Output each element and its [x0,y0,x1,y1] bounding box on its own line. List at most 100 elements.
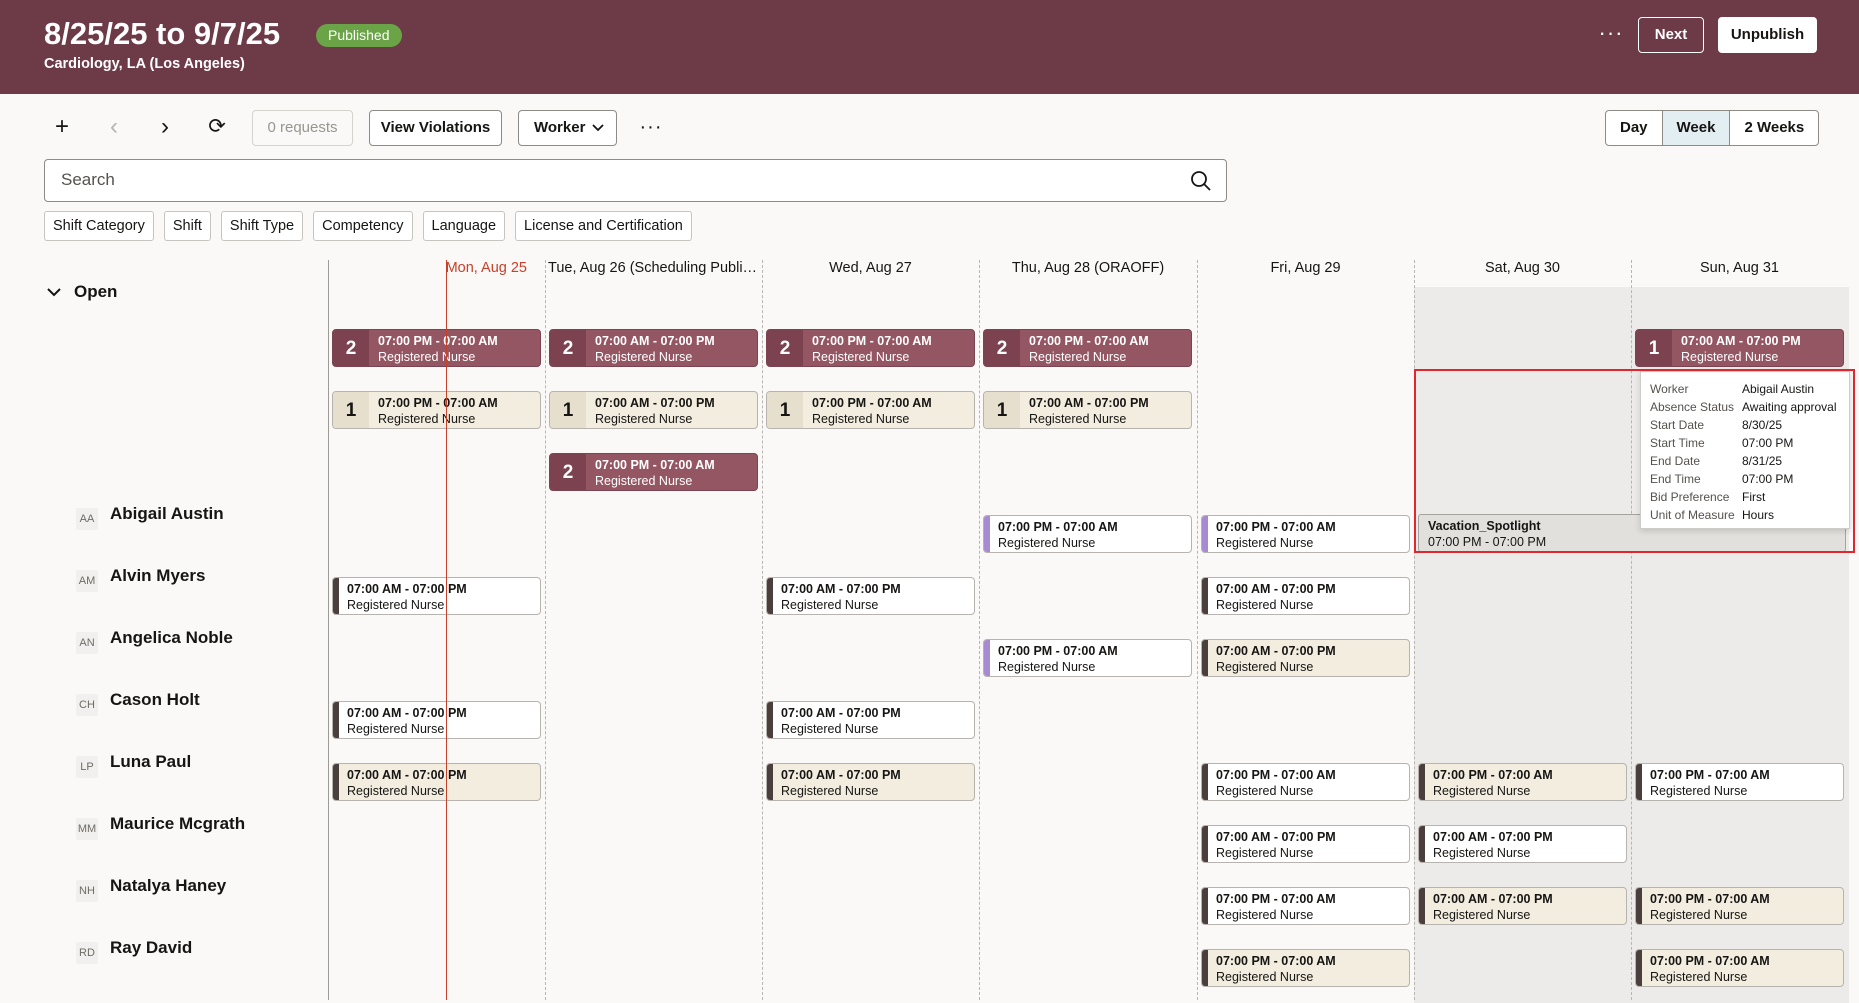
shift-accent-bar [1202,826,1208,862]
view-2weeks-button[interactable]: 2 Weeks [1729,111,1818,145]
shift-card[interactable]: 07:00 AM - 07:00 PM Registered Nurse [1201,639,1410,677]
shift-time: 07:00 AM - 07:00 PM [1433,892,1553,906]
shift-card[interactable]: 07:00 PM - 07:00 AM Registered Nurse [1201,949,1410,987]
shift-card[interactable]: 07:00 AM - 07:00 PM Registered Nurse [1201,577,1410,615]
open-shift-card[interactable]: 2 07:00 AM - 07:00 PM Registered Nurse [549,329,758,367]
previous-icon[interactable]: ‹ [97,113,131,143]
shift-card[interactable]: 07:00 AM - 07:00 PM Registered Nurse [1418,825,1627,863]
shift-time: 07:00 PM - 07:00 AM [998,520,1118,534]
shift-role: Registered Nurse [1650,908,1748,922]
shift-card[interactable]: 07:00 PM - 07:00 AM Registered Nurse [1635,949,1844,987]
unpublish-button[interactable]: Unpublish [1718,17,1817,53]
shift-card[interactable]: 07:00 PM - 07:00 AM Registered Nurse [1201,763,1410,801]
shift-time: 07:00 PM - 07:00 AM [1650,954,1770,968]
column-divider [979,260,980,1000]
worker-dropdown-label: Worker [534,119,586,136]
open-shift-card[interactable]: 2 07:00 PM - 07:00 AM Registered Nurse [549,453,758,491]
open-shift-card[interactable]: 1 07:00 AM - 07:00 PM Registered Nurse [549,391,758,429]
worker-row-label[interactable]: RD Ray David [76,938,192,964]
shift-card[interactable]: 07:00 AM - 07:00 PM Registered Nurse [332,763,541,801]
more-actions-icon[interactable]: ··· [1596,18,1626,52]
worker-row-label[interactable]: AA Abigail Austin [76,504,224,530]
shift-time: 07:00 PM - 07:00 AM [1216,892,1336,906]
shift-role: Registered Nurse [347,598,445,612]
shift-card[interactable]: 07:00 PM - 07:00 AM Registered Nurse [1635,887,1844,925]
open-shift-card[interactable]: 1 07:00 AM - 07:00 PM Registered Nurse [983,391,1192,429]
refresh-icon[interactable]: ⟳ [200,113,234,143]
shift-role: Registered Nurse [1216,536,1314,550]
open-shift-count: 2 [550,454,586,490]
view-violations-button[interactable]: View Violations [369,110,502,146]
open-shift-card[interactable]: 1 07:00 PM - 07:00 AM Registered Nurse [332,391,541,429]
shift-role: Registered Nurse [812,350,910,364]
filter-shift-category[interactable]: Shift Category [44,211,154,241]
day-header-sun: Sun, Aug 31 [1699,260,1779,276]
avatar: LP [76,756,98,778]
shift-time: 07:00 AM - 07:00 PM [781,582,901,596]
shift-card[interactable]: 07:00 PM - 07:00 AM Registered Nurse [1635,763,1844,801]
view-day-button[interactable]: Day [1606,111,1662,145]
shift-card[interactable]: 07:00 PM - 07:00 AM Registered Nurse [983,515,1192,553]
shift-role: Registered Nurse [595,350,693,364]
shift-accent-bar [1202,764,1208,800]
worker-dropdown[interactable]: Worker [518,110,617,146]
avatar: CH [76,694,98,716]
chevron-down-icon [592,124,604,132]
popup-value: 8/31/25 [1742,454,1783,468]
shift-time: 07:00 PM - 07:00 AM [378,334,498,348]
requests-button[interactable]: 0 requests [252,110,353,146]
popup-value: First [1742,490,1766,504]
worker-row-label[interactable]: AN Angelica Noble [76,628,233,654]
shift-card[interactable]: 07:00 PM - 07:00 AM Registered Nurse [1201,515,1410,553]
filter-shift[interactable]: Shift [163,211,211,241]
worker-row-label[interactable]: CH Cason Holt [76,690,200,716]
shift-role: Registered Nurse [595,474,693,488]
shift-card[interactable]: 07:00 AM - 07:00 PM Registered Nurse [766,577,975,615]
shift-card[interactable]: 07:00 PM - 07:00 AM Registered Nurse [983,639,1192,677]
shift-accent-bar [1202,950,1208,986]
filter-license-certification[interactable]: License and Certification [515,211,692,241]
worker-name: Luna Paul [110,752,192,771]
worker-row-label[interactable]: MM Maurice Mcgrath [76,814,245,840]
filter-shift-type[interactable]: Shift Type [220,211,304,241]
worker-row-label[interactable]: LP Luna Paul [76,752,192,778]
toolbar-more-icon[interactable]: ··· [634,113,668,143]
worker-row-label[interactable]: AM Alvin Myers [76,566,205,592]
shift-card[interactable]: 07:00 AM - 07:00 PM Registered Nurse [766,701,975,739]
shift-card[interactable]: 07:00 AM - 07:00 PM Registered Nurse [332,701,541,739]
shift-card[interactable]: 07:00 AM - 07:00 PM Registered Nurse [766,763,975,801]
open-group-toggle[interactable]: Open [46,282,117,302]
open-shift-card[interactable]: 1 07:00 AM - 07:00 PM Registered Nurse [1635,329,1844,367]
popup-key: Unit of Measure [1650,508,1735,522]
next-button[interactable]: Next [1638,17,1704,53]
next-icon[interactable]: › [148,113,182,143]
shift-role: Registered Nurse [1216,660,1314,674]
shift-time: 07:00 AM - 07:00 PM [347,706,467,720]
open-shift-card[interactable]: 1 07:00 PM - 07:00 AM Registered Nurse [766,391,975,429]
search-icon[interactable] [1190,170,1212,192]
shift-card[interactable]: 07:00 PM - 07:00 AM Registered Nurse [1418,763,1627,801]
shift-accent-bar [333,702,339,738]
shift-accent-bar [333,578,339,614]
worker-row-label[interactable]: NH Natalya Haney [76,876,227,902]
view-week-button[interactable]: Week [1661,111,1730,145]
open-shift-card[interactable]: 2 07:00 PM - 07:00 AM Registered Nurse [332,329,541,367]
shift-card[interactable]: 07:00 AM - 07:00 PM Registered Nurse [1418,887,1627,925]
filter-competency[interactable]: Competency [313,211,413,241]
filter-language[interactable]: Language [422,211,506,241]
open-shift-card[interactable]: 2 07:00 PM - 07:00 AM Registered Nurse [766,329,975,367]
column-divider [1414,260,1415,1000]
worker-name: Natalya Haney [110,876,227,895]
avatar: RD [76,942,98,964]
page-subtitle: Cardiology, LA (Los Angeles) [44,56,245,72]
shift-card[interactable]: 07:00 AM - 07:00 PM Registered Nurse [332,577,541,615]
shift-card[interactable]: 07:00 AM - 07:00 PM Registered Nurse [1201,825,1410,863]
shift-role: Registered Nurse [1216,908,1314,922]
shift-time: 07:00 AM - 07:00 PM [1433,830,1553,844]
search-input[interactable] [61,170,1161,190]
add-icon[interactable]: + [45,113,79,143]
open-shift-card[interactable]: 2 07:00 PM - 07:00 AM Registered Nurse [983,329,1192,367]
open-shift-count: 1 [1636,330,1672,366]
popup-key: Start Date [1650,418,1705,432]
shift-card[interactable]: 07:00 PM - 07:00 AM Registered Nurse [1201,887,1410,925]
